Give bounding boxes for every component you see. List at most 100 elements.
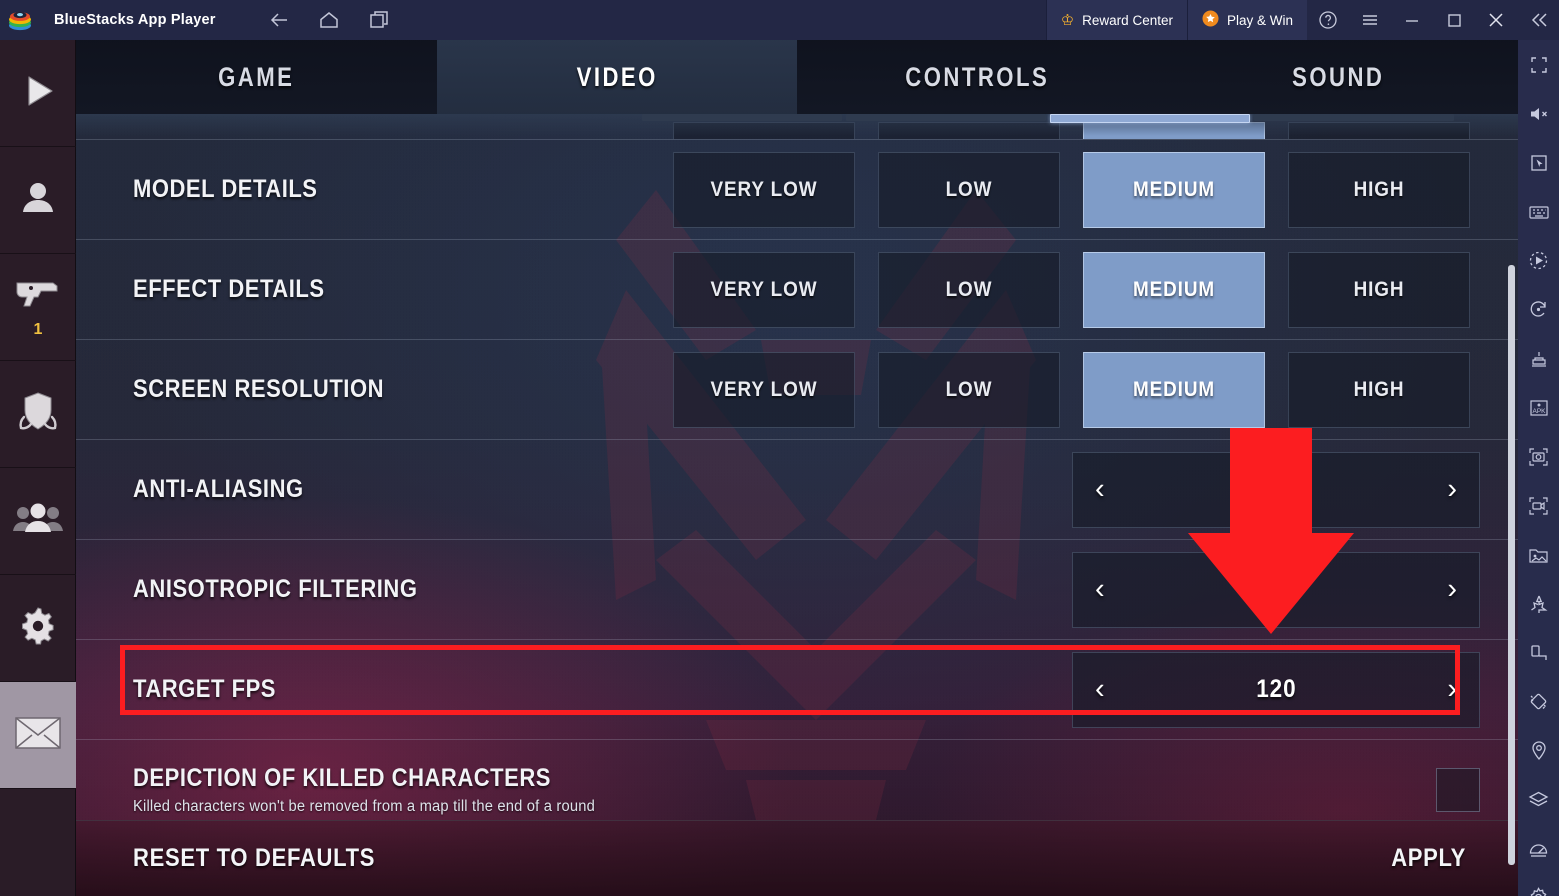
settings-gear-icon[interactable] (1518, 873, 1559, 896)
title-bar: BlueStacks App Player ♔ Reward Center Pl… (0, 0, 1559, 40)
home-icon[interactable] (318, 9, 340, 31)
game-left-sidebar: 1 (0, 40, 76, 896)
rotate-icon[interactable] (1518, 285, 1559, 334)
macro-record-icon[interactable] (1518, 236, 1559, 285)
mail-icon (14, 716, 62, 755)
sidebar-item-profile[interactable] (0, 147, 76, 254)
tab-sound[interactable]: SOUND (1158, 40, 1519, 114)
tilt-icon[interactable] (1518, 677, 1559, 726)
option-model-details-low[interactable]: LOW (878, 151, 1060, 228)
sidebar-item-play[interactable] (0, 40, 76, 147)
android-nav-group (268, 9, 390, 31)
settings-label-target-fps: TARGET FPS (133, 675, 276, 703)
settings-label-model-details: MODEL DETAILS (133, 175, 318, 203)
tab-game[interactable]: GAME (76, 40, 437, 114)
stepper-target-fps-value: 120 (1255, 675, 1297, 703)
stepper-prev-icon[interactable]: ‹ (1095, 675, 1105, 704)
option-effect-details-medium[interactable]: MEDIUM (1083, 251, 1265, 328)
tab-video[interactable]: VIDEO (436, 40, 797, 114)
crown-icon: ♔ (1060, 11, 1075, 29)
option-effect-details-high[interactable]: HIGH (1288, 251, 1470, 328)
option-screen-resolution-low[interactable]: LOW (878, 351, 1060, 428)
sidebar-item-loadout[interactable]: 1 (0, 254, 76, 361)
cursor-icon[interactable] (1518, 138, 1559, 187)
option-effect-details-low[interactable]: LOW (878, 251, 1060, 328)
stepper-anisotropic-filtering-value: D (1267, 575, 1285, 603)
friends-icon (12, 503, 64, 540)
stepper-next-icon[interactable]: › (1447, 475, 1457, 504)
settings-scrollbar-thumb[interactable] (1508, 265, 1515, 865)
sidebar-item-friends[interactable] (0, 468, 76, 575)
shake-icon[interactable] (1518, 628, 1559, 677)
close-icon[interactable] (1475, 0, 1517, 40)
screenshot-icon[interactable] (1518, 432, 1559, 481)
page-indicator-segment-2[interactable] (1050, 114, 1250, 123)
stepper-anti-aliasing-value: D (1267, 475, 1285, 503)
settings-row-anisotropic-filtering: ANISOTROPIC FILTERING ‹ D › (76, 540, 1518, 640)
page-indicator-segment-0[interactable] (642, 114, 842, 121)
svg-text:APK: APK (1532, 408, 1546, 415)
option-model-details-very-low[interactable]: VERY LOW (673, 151, 855, 228)
reward-center-button[interactable]: ♔ Reward Center (1045, 0, 1187, 40)
settings-row-target-fps: TARGET FPS ‹ 120 › (76, 640, 1518, 740)
option-screen-resolution-medium[interactable]: MEDIUM (1083, 351, 1265, 428)
stepper-prev-icon[interactable]: ‹ (1095, 575, 1105, 604)
depiction-label-stack: DEPICTION OF KILLED CHARACTERS Killed ch… (133, 764, 619, 816)
settings-sublabel-depiction-of-killed-characters: Killed characters won't be removed from … (133, 798, 595, 815)
maximize-icon[interactable] (1433, 0, 1475, 40)
settings-label-anisotropic-filtering: ANISOTROPIC FILTERING (133, 575, 418, 603)
profile-icon (18, 178, 58, 223)
menu-icon[interactable] (1349, 0, 1391, 40)
tab-controls[interactable]: CONTROLS (797, 40, 1158, 114)
sidebar-item-mail[interactable] (0, 682, 76, 789)
back-icon[interactable] (268, 9, 290, 31)
settings-row-anti-aliasing: ANTI-ALIASING ‹ D › (76, 440, 1518, 540)
option-screen-resolution-high[interactable]: HIGH (1288, 351, 1470, 428)
option-effect-details-very-low[interactable]: VERY LOW (673, 251, 855, 328)
tab-game-label: GAME (218, 61, 295, 92)
stepper-next-icon[interactable]: › (1447, 675, 1457, 704)
settings-gear-icon (17, 605, 59, 652)
record-screen-icon[interactable] (1518, 481, 1559, 530)
media-manager-icon[interactable] (1518, 530, 1559, 579)
apply-button[interactable]: APPLY (1391, 844, 1466, 873)
apk-install-icon[interactable]: APK (1518, 383, 1559, 432)
mute-icon[interactable] (1518, 89, 1559, 138)
stepper-anti-aliasing[interactable]: ‹ D › (1072, 451, 1480, 528)
loadout-badge: 1 (33, 320, 43, 338)
sidebar-item-settings[interactable] (0, 575, 76, 682)
settings-footer: RESET TO DEFAULTS APPLY (76, 820, 1518, 896)
stepper-anisotropic-filtering[interactable]: ‹ D › (1072, 551, 1480, 628)
bluestacks-window: BlueStacks App Player ♔ Reward Center Pl… (0, 0, 1559, 896)
page-indicator-segment-1[interactable] (846, 114, 1046, 121)
option-screen-resolution-very-low[interactable]: VERY LOW (673, 351, 855, 428)
checkbox-depiction-of-killed-characters[interactable] (1436, 768, 1480, 812)
stepper-prev-icon[interactable]: ‹ (1095, 475, 1105, 504)
minimize-icon[interactable] (1391, 0, 1433, 40)
option-group-model-details: VERY LOW LOW MEDIUM HIGH (663, 151, 1480, 228)
fullscreen-icon[interactable] (1518, 40, 1559, 89)
page-indicator-segment-3[interactable] (1254, 114, 1454, 121)
layers-icon[interactable] (1518, 775, 1559, 824)
option-model-details-medium[interactable]: MEDIUM (1083, 151, 1265, 228)
settings-row-screen-resolution: SCREEN RESOLUTION VERY LOW LOW MEDIUM HI… (76, 340, 1518, 440)
location-icon[interactable] (1518, 726, 1559, 775)
video-settings-list: MODEL DETAILS VERY LOW LOW MEDIUM HIGH E… (76, 114, 1518, 860)
eco-mode-icon[interactable] (1518, 579, 1559, 628)
option-group-screen-resolution: VERY LOW LOW MEDIUM HIGH (663, 351, 1480, 428)
bluestacks-toolbar: APK (1518, 40, 1559, 896)
performance-meter-icon[interactable] (1518, 824, 1559, 873)
settings-label-depiction-of-killed-characters: DEPICTION OF KILLED CHARACTERS (133, 764, 551, 792)
window-controls (1307, 0, 1559, 40)
help-icon[interactable] (1307, 0, 1349, 40)
option-model-details-high[interactable]: HIGH (1288, 151, 1470, 228)
reset-to-defaults-button[interactable]: RESET TO DEFAULTS (133, 844, 375, 873)
keyboard-icon[interactable] (1518, 187, 1559, 236)
sidebar-item-ranking[interactable] (0, 361, 76, 468)
stepper-next-icon[interactable]: › (1447, 575, 1457, 604)
multi-instance-icon[interactable] (368, 9, 390, 31)
multi-instance-manager-icon[interactable] (1518, 334, 1559, 383)
collapse-icon[interactable] (1517, 0, 1559, 40)
play-and-win-button[interactable]: Play & Win (1186, 0, 1307, 40)
stepper-target-fps[interactable]: ‹ 120 › (1072, 651, 1480, 728)
